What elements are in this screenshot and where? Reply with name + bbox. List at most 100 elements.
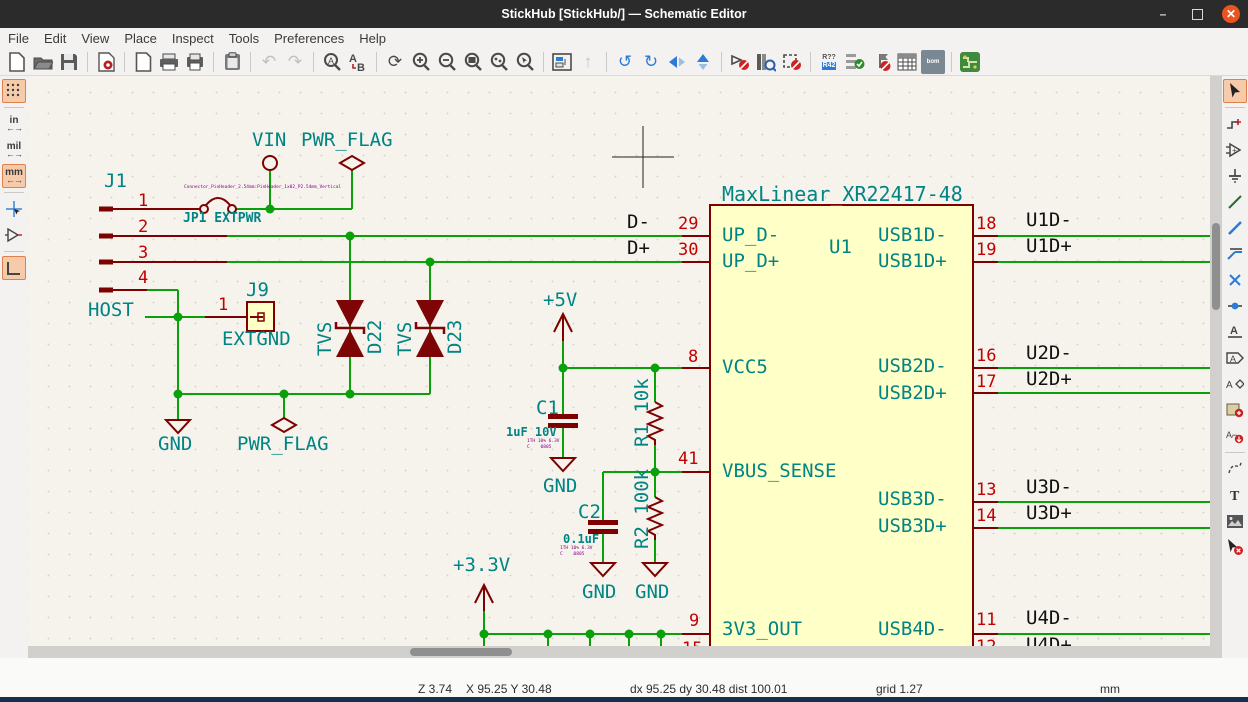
bus-tool[interactable] xyxy=(1223,216,1247,240)
global-label-tool[interactable]: A xyxy=(1223,346,1247,370)
schematic-setup-button[interactable] xyxy=(94,50,118,74)
place-power-tool[interactable] xyxy=(1223,164,1247,188)
mirror-horizontal-button[interactable] xyxy=(691,50,715,74)
highlight-net-tool[interactable] xyxy=(1223,112,1247,136)
net-label-tool[interactable]: A xyxy=(1223,320,1247,344)
vin-power-symbol[interactable] xyxy=(263,156,277,170)
pin-name-usb1d-minus: USB1D- xyxy=(878,226,947,245)
bom-button[interactable]: bom xyxy=(921,50,945,74)
bus-entry-tool[interactable] xyxy=(1223,242,1247,266)
refresh-button[interactable]: ⟳ xyxy=(383,50,407,74)
graphic-lines-tool[interactable] xyxy=(1223,457,1247,481)
open-schematic-button[interactable] xyxy=(31,50,55,74)
leave-sheet-button[interactable]: ↑ xyxy=(576,50,600,74)
rotate-cw-button[interactable]: ↻ xyxy=(639,50,663,74)
place-symbol-tool[interactable]: + xyxy=(1223,138,1247,162)
zoom-in-button[interactable] xyxy=(409,50,433,74)
fields-table-button[interactable] xyxy=(895,50,919,74)
units-mils-button[interactable]: mil←→ xyxy=(2,138,26,162)
paste-button[interactable] xyxy=(220,50,244,74)
horizontal-scrollbar-thumb[interactable] xyxy=(410,648,512,656)
find-replace-button[interactable]: AB xyxy=(346,50,370,74)
print-button[interactable] xyxy=(157,50,181,74)
pin-number-16: 16 xyxy=(976,348,996,365)
pwr-flag-symbol-2[interactable] xyxy=(272,418,296,432)
save-button[interactable] xyxy=(57,50,81,74)
wire-tool[interactable] xyxy=(1223,190,1247,214)
value-u1: MaxLinear_XR22417-48 xyxy=(722,184,963,204)
annotate-button[interactable]: R??R42 xyxy=(817,50,841,74)
pwr-flag-symbol-1[interactable] xyxy=(340,156,364,170)
ref-value-r1: R1 10k xyxy=(633,378,652,447)
maximize-button[interactable] xyxy=(1188,5,1206,23)
grid-toggle-button[interactable] xyxy=(2,79,26,103)
footprint-jp1: Connector_PinHeader_2.54mm:PinHeader_1x0… xyxy=(184,186,341,191)
pin-number-j1-4: 4 xyxy=(138,270,148,287)
pin-name-usb1d-plus: USB1D+ xyxy=(878,252,947,271)
no-connect-tool[interactable] xyxy=(1223,268,1247,292)
plot-button[interactable] xyxy=(183,50,207,74)
net-label-u1d-plus: U1D+ xyxy=(1026,237,1072,256)
tvs-diode-d22[interactable] xyxy=(336,300,364,357)
junction-dots xyxy=(174,205,666,639)
horizontal-scrollbar[interactable] xyxy=(28,646,1210,658)
menu-help[interactable]: Help xyxy=(357,29,397,48)
status-units: mm xyxy=(1100,682,1120,696)
new-schematic-button[interactable] xyxy=(5,50,29,74)
edit-symbols-button[interactable] xyxy=(728,50,752,74)
menu-edit[interactable]: Edit xyxy=(42,29,77,48)
status-grid: grid 1.27 xyxy=(876,682,923,696)
menu-place[interactable]: Place xyxy=(122,29,168,48)
svg-text:T: T xyxy=(1230,489,1240,502)
select-tool[interactable] xyxy=(1223,79,1247,103)
page-settings-button[interactable] xyxy=(131,50,155,74)
menu-file[interactable]: File xyxy=(6,29,40,48)
find-button[interactable]: A xyxy=(320,50,344,74)
pin-name-usb2d-plus: USB2D+ xyxy=(878,384,947,403)
window-title: StickHub [StickHub/] — Schematic Editor xyxy=(501,7,746,21)
hierarchical-label-tool[interactable]: A xyxy=(1223,372,1247,396)
net-label-u1d-minus: U1D- xyxy=(1026,211,1072,230)
units-inches-button[interactable]: in←→ xyxy=(2,112,26,136)
undo-button[interactable]: ↶ xyxy=(257,50,281,74)
schematic-canvas[interactable]: J1JP1 EXTPWRConnector_PinHeader_2.54mm:P… xyxy=(28,76,1210,646)
redo-button[interactable]: ↷ xyxy=(283,50,307,74)
zoom-objects-button[interactable] xyxy=(487,50,511,74)
zoom-selection-button[interactable] xyxy=(513,50,537,74)
kicad-schematic-editor-window: StickHub [StickHub/] — Schematic Editor … xyxy=(0,0,1248,702)
titlebar[interactable]: StickHub [StickHub/] — Schematic Editor … xyxy=(0,0,1248,28)
erc-button[interactable] xyxy=(843,50,867,74)
hierarchy-navigator-button[interactable] xyxy=(550,50,574,74)
rotate-ccw-button[interactable]: ↺ xyxy=(613,50,637,74)
update-symbols-button[interactable] xyxy=(780,50,804,74)
mirror-vertical-button[interactable] xyxy=(665,50,689,74)
menu-tools[interactable]: Tools xyxy=(227,29,270,48)
hidden-pins-button[interactable] xyxy=(2,223,26,247)
orthogonal-drawing-button[interactable] xyxy=(2,256,26,280)
junction-tool[interactable] xyxy=(1223,294,1247,318)
minimize-button[interactable]: – xyxy=(1154,5,1172,23)
text-tool[interactable]: T xyxy=(1223,483,1247,507)
menu-inspect[interactable]: Inspect xyxy=(170,29,225,48)
hierarchical-sheet-tool[interactable] xyxy=(1223,398,1247,422)
vertical-scrollbar[interactable] xyxy=(1210,76,1222,658)
image-tool[interactable] xyxy=(1223,509,1247,533)
erc-flags-button[interactable] xyxy=(869,50,893,74)
browse-libraries-button[interactable] xyxy=(754,50,778,74)
menu-view[interactable]: View xyxy=(79,29,120,48)
menu-preferences[interactable]: Preferences xyxy=(272,29,355,48)
pin-number-19: 19 xyxy=(976,242,996,259)
vertical-scrollbar-thumb[interactable] xyxy=(1212,223,1220,310)
delete-tool[interactable] xyxy=(1223,535,1247,559)
units-mm-button[interactable]: mm←→ xyxy=(2,164,26,188)
open-pcb-editor-button[interactable] xyxy=(958,50,982,74)
cursor-shape-button[interactable] xyxy=(2,197,26,221)
sheet-pin-tool[interactable]: A⌐ xyxy=(1223,424,1247,448)
zoom-fit-button[interactable] xyxy=(461,50,485,74)
close-button[interactable]: ✕ xyxy=(1222,5,1240,23)
power-label-gnd-r2: GND xyxy=(635,583,669,602)
tvs-diode-d23[interactable] xyxy=(416,300,444,357)
net-label-u3d-minus: U3D- xyxy=(1026,478,1072,497)
svg-text:A: A xyxy=(349,53,357,65)
zoom-out-button[interactable] xyxy=(435,50,459,74)
